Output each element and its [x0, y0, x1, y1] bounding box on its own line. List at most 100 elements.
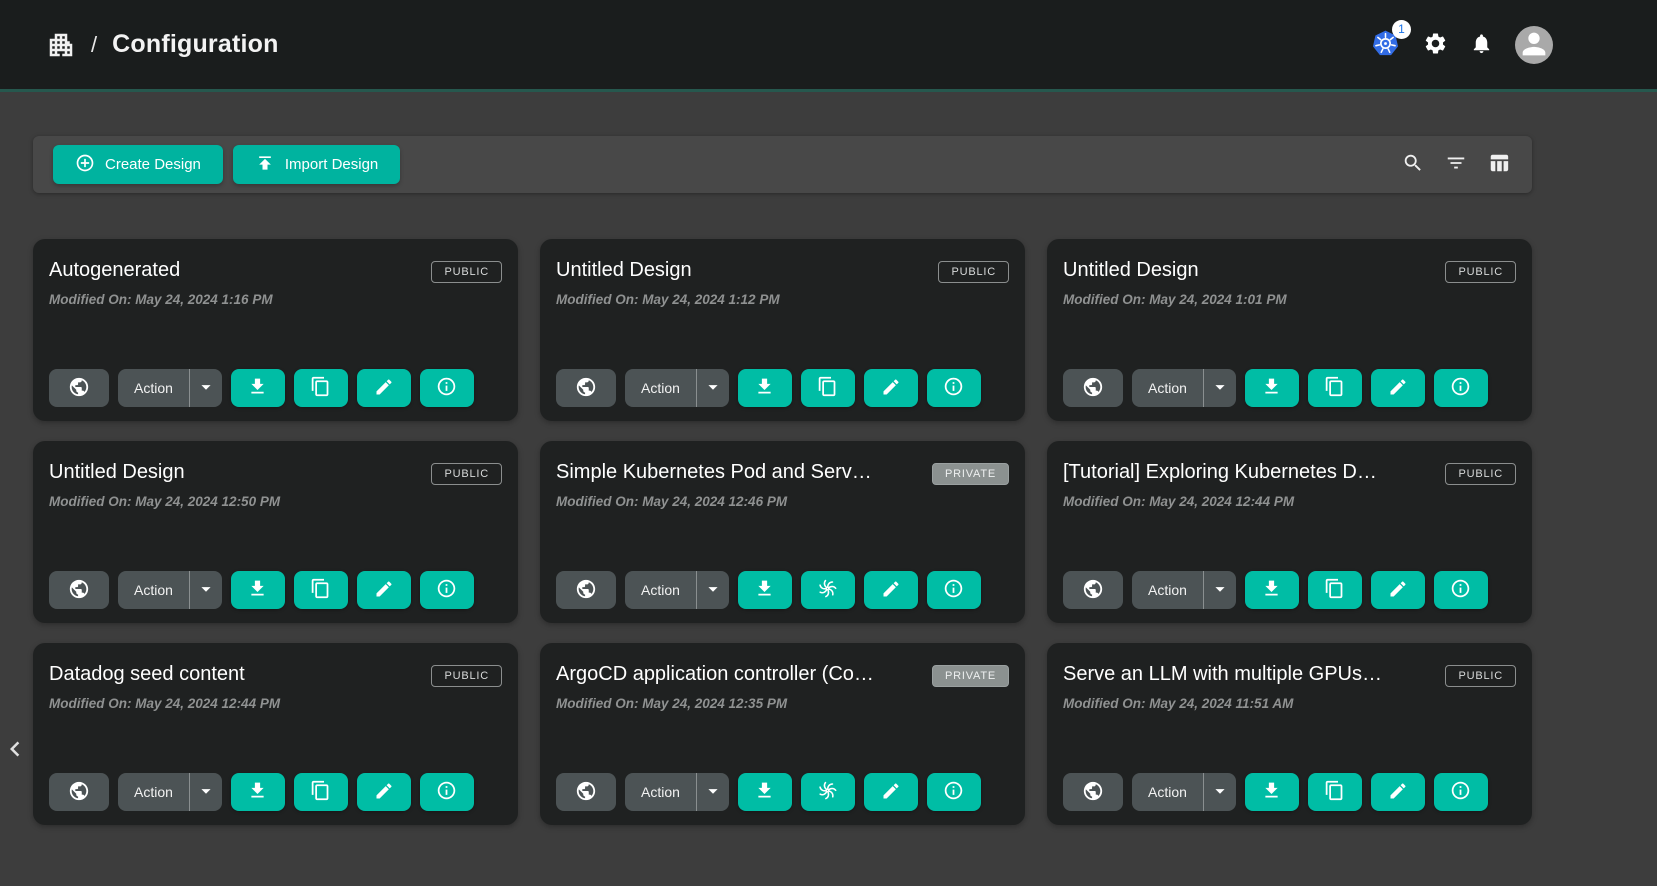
modified-timestamp: Modified On: May 24, 2024 12:44 PM	[1063, 494, 1516, 509]
copy-button[interactable]	[294, 571, 348, 609]
globe-icon	[575, 376, 597, 401]
action-button[interactable]: Action	[118, 369, 189, 407]
info-button[interactable]	[1434, 773, 1488, 811]
info-icon	[436, 578, 457, 602]
download-button[interactable]	[231, 773, 285, 811]
visibility-badge: PUBLIC	[431, 463, 502, 485]
publish-globe-button[interactable]	[49, 571, 109, 609]
publish-globe-button[interactable]	[556, 571, 616, 609]
publish-globe-button[interactable]	[1063, 571, 1123, 609]
edit-button[interactable]	[357, 369, 411, 407]
publish-globe-button[interactable]	[556, 369, 616, 407]
action-split-button: Action	[118, 369, 222, 407]
publish-globe-button[interactable]	[49, 773, 109, 811]
create-design-button[interactable]: Create Design	[53, 145, 223, 184]
info-button[interactable]	[927, 773, 981, 811]
download-button[interactable]	[231, 571, 285, 609]
copy-button[interactable]	[294, 369, 348, 407]
copy-button[interactable]	[1308, 369, 1362, 407]
design-title: Serve an LLM with multiple GPUs…	[1063, 663, 1382, 686]
modified-timestamp: Modified On: May 24, 2024 1:01 PM	[1063, 292, 1516, 307]
card-action-row: Action	[1063, 571, 1516, 609]
action-button[interactable]: Action	[625, 571, 696, 609]
action-dropdown-toggle[interactable]	[189, 571, 222, 609]
publish-globe-button[interactable]	[556, 773, 616, 811]
edit-button[interactable]	[864, 773, 918, 811]
modified-timestamp: Modified On: May 24, 2024 12:44 PM	[49, 696, 502, 711]
info-icon	[943, 780, 964, 804]
info-button[interactable]	[927, 571, 981, 609]
edit-button[interactable]	[1371, 369, 1425, 407]
kanvas-design-button[interactable]	[801, 773, 855, 811]
user-avatar[interactable]	[1515, 26, 1553, 64]
action-split-button: Action	[1132, 773, 1236, 811]
design-grid: Autogenerated PUBLIC Modified On: May 24…	[33, 239, 1532, 825]
info-button[interactable]	[420, 773, 474, 811]
action-button[interactable]: Action	[118, 773, 189, 811]
design-title: ArgoCD application controller (Co…	[556, 663, 874, 686]
kanvas-design-button[interactable]	[801, 571, 855, 609]
download-button[interactable]	[231, 369, 285, 407]
download-icon	[247, 780, 268, 804]
action-button[interactable]: Action	[1132, 773, 1203, 811]
action-button[interactable]: Action	[118, 571, 189, 609]
chevron-down-icon	[702, 578, 724, 603]
breadcrumb-separator: /	[91, 32, 97, 58]
search-button[interactable]	[1402, 152, 1424, 177]
action-dropdown-toggle[interactable]	[696, 571, 729, 609]
action-split-button: Action	[625, 369, 729, 407]
notifications-button[interactable]	[1470, 32, 1493, 58]
filter-button[interactable]	[1445, 152, 1467, 177]
action-button[interactable]: Action	[1132, 571, 1203, 609]
edit-pencil-icon	[881, 579, 901, 602]
action-button[interactable]: Action	[625, 369, 696, 407]
action-button[interactable]: Action	[1132, 369, 1203, 407]
info-button[interactable]	[1434, 571, 1488, 609]
copy-button[interactable]	[294, 773, 348, 811]
search-icon	[1402, 152, 1424, 177]
action-dropdown-toggle[interactable]	[1203, 369, 1236, 407]
action-dropdown-toggle[interactable]	[189, 369, 222, 407]
download-button[interactable]	[738, 369, 792, 407]
create-design-label: Create Design	[105, 156, 201, 173]
download-button[interactable]	[1245, 773, 1299, 811]
action-dropdown-toggle[interactable]	[1203, 773, 1236, 811]
edit-button[interactable]	[1371, 773, 1425, 811]
settings-button[interactable]	[1423, 31, 1448, 59]
action-button[interactable]: Action	[625, 773, 696, 811]
visibility-badge: PUBLIC	[1445, 665, 1516, 687]
publish-globe-button[interactable]	[1063, 773, 1123, 811]
download-icon	[1261, 376, 1282, 400]
copy-button[interactable]	[801, 369, 855, 407]
download-button[interactable]	[1245, 571, 1299, 609]
info-button[interactable]	[1434, 369, 1488, 407]
copy-icon	[310, 578, 331, 602]
kubernetes-context-button[interactable]: 1	[1370, 28, 1401, 62]
copy-button[interactable]	[1308, 571, 1362, 609]
edit-button[interactable]	[1371, 571, 1425, 609]
action-dropdown-toggle[interactable]	[1203, 571, 1236, 609]
edit-button[interactable]	[864, 369, 918, 407]
collapse-chevron-left[interactable]	[0, 732, 30, 769]
publish-globe-button[interactable]	[49, 369, 109, 407]
action-split-button: Action	[118, 571, 222, 609]
info-button[interactable]	[420, 571, 474, 609]
publish-globe-button[interactable]	[1063, 369, 1123, 407]
download-button[interactable]	[738, 571, 792, 609]
action-dropdown-toggle[interactable]	[696, 369, 729, 407]
copy-button[interactable]	[1308, 773, 1362, 811]
organization-building-icon[interactable]	[46, 30, 76, 60]
import-design-button[interactable]: Import Design	[233, 145, 400, 184]
info-button[interactable]	[420, 369, 474, 407]
table-view-button[interactable]	[1488, 152, 1510, 177]
download-button[interactable]	[738, 773, 792, 811]
action-dropdown-toggle[interactable]	[696, 773, 729, 811]
edit-button[interactable]	[357, 773, 411, 811]
card-action-row: Action	[556, 773, 1009, 811]
edit-button[interactable]	[864, 571, 918, 609]
download-button[interactable]	[1245, 369, 1299, 407]
edit-button[interactable]	[357, 571, 411, 609]
action-dropdown-toggle[interactable]	[189, 773, 222, 811]
info-button[interactable]	[927, 369, 981, 407]
header-actions: 1	[1370, 26, 1553, 64]
